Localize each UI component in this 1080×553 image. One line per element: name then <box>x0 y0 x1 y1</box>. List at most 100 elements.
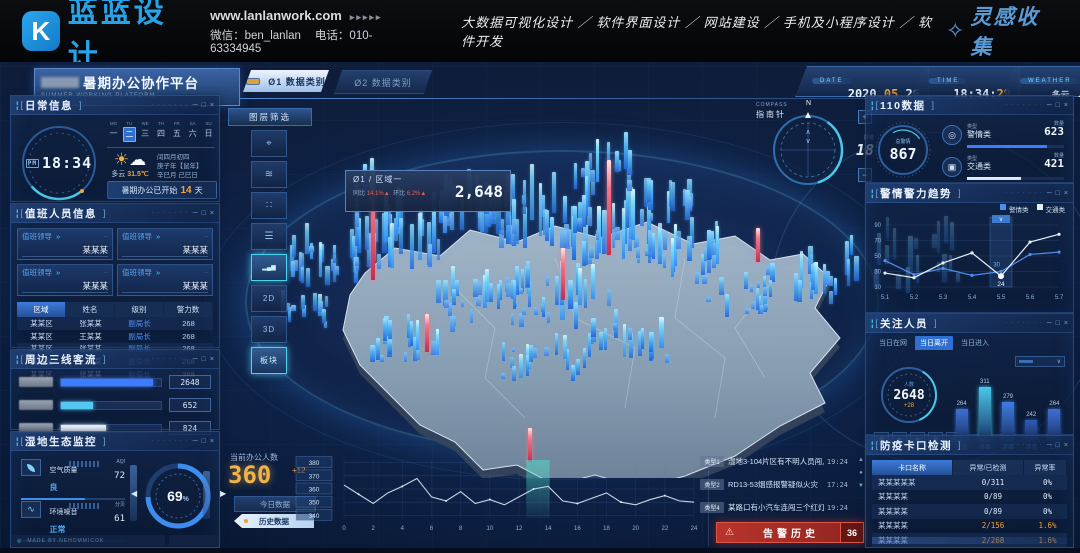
minimize-icon[interactable]: ─ <box>1047 320 1052 327</box>
checkpoint-row[interactable]: 某某某某0/890% <box>872 504 1067 519</box>
gauge-left-arrow[interactable]: ◀ <box>131 489 137 498</box>
alarm-type-row[interactable]: ◎类型警情类数量623 <box>942 123 1064 149</box>
grid-dots-icon[interactable]: ∷ <box>251 192 287 219</box>
website-link[interactable]: www.lanlanwork.com <box>210 8 342 23</box>
bar-value: 279 <box>1003 394 1013 400</box>
svg-text:90: 90 <box>874 223 881 229</box>
minimize-icon[interactable]: ─ <box>1047 442 1052 449</box>
alarm-history-banner[interactable]: ⚠ 告警历史 36 <box>716 522 864 543</box>
gauge-right-arrow[interactable]: ▶ <box>220 489 226 498</box>
weekday-六[interactable]: SA六 <box>186 121 199 142</box>
tab-data-category-1[interactable]: Ø1 数据类别 <box>243 70 329 92</box>
alarm-total-gauge: 总警情867 <box>874 121 932 179</box>
office-count-value: 360 <box>228 461 271 489</box>
checkpoint-row[interactable]: 某某某某0/890% <box>872 490 1067 505</box>
maximize-icon[interactable]: □ <box>202 438 206 445</box>
tab-data-category-2[interactable]: Ø2 数据类别 <box>334 70 432 94</box>
svg-text:10: 10 <box>874 285 881 291</box>
minimize-icon[interactable]: ─ <box>193 438 198 445</box>
chevron-icon: » <box>56 268 60 277</box>
inspiration-collect[interactable]: ✧ 灵感收集 <box>946 1 1056 61</box>
signal-icon[interactable]: ≋ <box>251 161 287 188</box>
duty-leader-card[interactable]: 值班领导»··某某某 <box>17 264 113 296</box>
svg-text:22: 22 <box>661 526 668 532</box>
focus-tab[interactable]: 当日进入 <box>956 336 994 350</box>
bar-value: 264 <box>1049 401 1059 407</box>
right-slider[interactable] <box>203 471 210 519</box>
trend-line-chart[interactable]: 9070503010∨24305.15.25.35.45.55.65.7 <box>869 213 1069 313</box>
minimize-icon[interactable]: ─ <box>193 210 198 217</box>
duty-leader-card[interactable]: 值班领导»··某某某 <box>17 228 113 260</box>
weekday-二[interactable]: TU二 <box>123 121 136 142</box>
focus-tab[interactable]: 当日离开 <box>915 336 953 350</box>
checkpoint-col-1[interactable]: 卡口名称 <box>872 460 953 475</box>
duty-leader-card[interactable]: 值班领导»··某某某 <box>117 264 213 296</box>
svg-text:2: 2 <box>371 526 375 532</box>
checkpoint-row[interactable]: 某某某某某0/3110% <box>872 475 1067 490</box>
weekday-四[interactable]: TH四 <box>154 121 167 142</box>
checkpoint-col-3[interactable]: 异常率 <box>1024 460 1067 475</box>
map-tooltip[interactable]: Ø1 / 区域一 同比 14.1%▲ 环比 6.2%▲ 2,648 <box>345 170 511 212</box>
svg-text:5.2: 5.2 <box>910 295 919 301</box>
card-marks: ·· <box>204 270 208 276</box>
maximize-icon[interactable]: □ <box>1056 190 1060 197</box>
minimize-icon[interactable]: ─ <box>1047 190 1052 197</box>
weekday-一[interactable]: MO一 <box>107 121 120 142</box>
maximize-icon[interactable]: □ <box>202 210 206 217</box>
table-row[interactable]: 某某区王某某副局长268 <box>17 330 213 343</box>
mode-3d-button[interactable]: 3D <box>251 316 287 343</box>
checkpoint-row[interactable]: 某某某某2/1561.6% <box>872 519 1067 534</box>
table-row[interactable]: 某某区张某某副局长268 <box>17 317 213 330</box>
office-line-chart[interactable]: 380370360350340024681012141618202224 <box>294 450 706 546</box>
alarm-row[interactable]: 类型2RD13-53烟感报警疑似火灾17:24 <box>700 475 848 494</box>
weekday-五[interactable]: FR五 <box>170 121 183 142</box>
weekday-三[interactable]: WE三 <box>139 121 152 142</box>
alarm-row[interactable]: 类型1湿地3-104片区有不明人员闯入19:24 <box>700 452 848 471</box>
services-text: 大数据可视化设计 ／ 软件界面设计 ／ 网站建设 ／ 手机及小程序设计 ／ 软件… <box>461 12 946 50</box>
alarm-history-count: 36 <box>840 523 863 542</box>
close-icon[interactable]: × <box>210 438 214 445</box>
role-label: 值班领导 <box>122 267 152 278</box>
duty-leader-card[interactable]: 值班领导»··某某某 <box>117 228 213 260</box>
duty-col-级别[interactable]: 级别 <box>115 302 164 317</box>
duty-col-警力数[interactable]: 警力数 <box>164 302 213 317</box>
svg-text:360: 360 <box>309 487 320 494</box>
close-icon[interactable]: × <box>1064 442 1068 449</box>
weekday-日[interactable]: SU日 <box>202 121 215 142</box>
minimize-icon[interactable]: ─ <box>193 102 198 109</box>
close-icon[interactable]: × <box>210 356 214 363</box>
close-icon[interactable]: × <box>1064 102 1068 109</box>
alarm-type-row[interactable]: ▣类型交通类数量421 <box>942 155 1064 181</box>
header-dots-decoration: · · · · · · · <box>106 210 189 216</box>
weather-text: 多云 <box>111 171 125 178</box>
maximize-icon[interactable]: □ <box>1056 442 1060 449</box>
weekday-row: MO一TU二WE三TH四FR五SA六SU日 <box>107 121 215 142</box>
plate-button[interactable]: 板块 <box>251 347 287 374</box>
map-landmass[interactable] <box>255 168 865 483</box>
duty-col-区域[interactable]: 区域 <box>17 302 66 317</box>
checkpoint-col-2[interactable]: 异常/已检测 <box>953 460 1024 475</box>
mode-2d-button[interactable]: 2D <box>251 285 287 312</box>
close-icon[interactable]: × <box>1064 190 1068 197</box>
role-label: 值班领导 <box>22 267 52 278</box>
bar-chart-icon[interactable]: ▂▄▆ <box>251 254 287 281</box>
panel-title: 湿地生态监控 <box>25 434 97 449</box>
alarm-row[interactable]: 类型4某路口有小汽车连闯三个红灯19:24 <box>700 498 848 517</box>
close-icon[interactable]: × <box>1064 320 1068 327</box>
list-icon[interactable]: ☰ <box>251 223 287 250</box>
close-icon[interactable]: × <box>210 102 214 109</box>
maximize-icon[interactable]: □ <box>1056 102 1060 109</box>
svg-text:16: 16 <box>574 526 581 532</box>
close-icon[interactable]: × <box>210 210 214 217</box>
duty-col-姓名[interactable]: 姓名 <box>66 302 115 317</box>
maximize-icon[interactable]: □ <box>202 102 206 109</box>
flow-bar-fill <box>61 402 93 409</box>
maximize-icon[interactable]: □ <box>1056 320 1060 327</box>
minimize-icon[interactable]: ─ <box>193 356 198 363</box>
minimize-icon[interactable]: ─ <box>1047 102 1052 109</box>
focus-tab[interactable]: 当日在网 <box>874 336 912 350</box>
maximize-icon[interactable]: □ <box>202 356 206 363</box>
compass-north: N <box>806 100 811 107</box>
layer-toolbar: ⌖ ≋ ∷ ☰ ▂▄▆ 2D 3D 板块 <box>240 130 298 378</box>
location-pin-icon[interactable]: ⌖ <box>251 130 287 157</box>
